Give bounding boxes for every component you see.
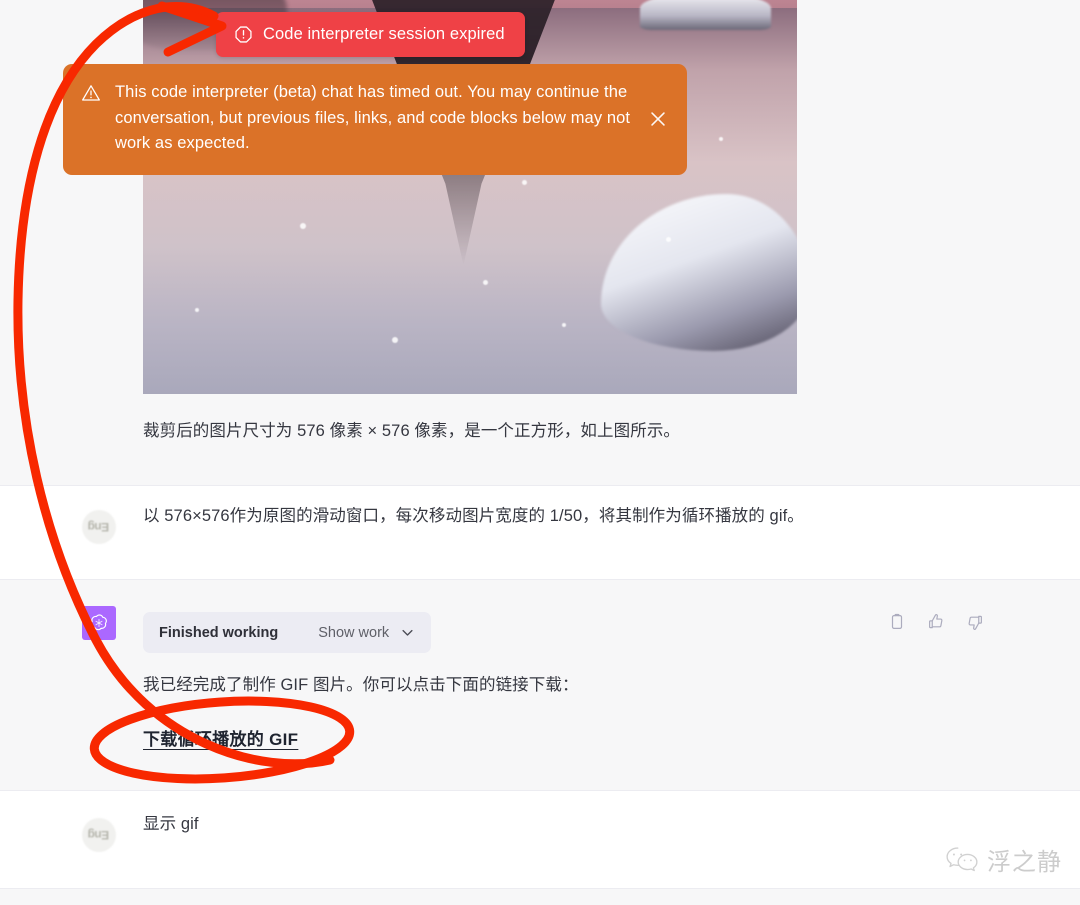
user-turn-sliding-window: Eng 以 576×576作为原图的滑动窗口，每次移动图片宽度的 1/50，将其…: [0, 486, 1080, 580]
thumbs-up-icon[interactable]: [927, 613, 945, 631]
download-gif-link[interactable]: 下载循环播放的 GIF: [143, 725, 298, 750]
alert-octagon-icon: [235, 26, 252, 43]
chat-conversation-page: 裁剪后的图片尺寸为 576 像素 × 576 像素，是一个正方形，如上图所示。 …: [0, 0, 1080, 905]
assistant-message-text: 我已经完成了制作 GIF 图片。你可以点击下面的链接下载：: [143, 676, 579, 694]
tool-status-pill[interactable]: Finished working Show work: [143, 612, 432, 653]
avatar-initials: Eng: [88, 828, 110, 842]
close-icon[interactable]: [647, 108, 669, 130]
timeout-warning-text: This code interpreter (beta) chat has ti…: [115, 83, 631, 153]
thumbs-down-icon[interactable]: [966, 613, 984, 631]
error-toast-label: Code interpreter session expired: [263, 25, 505, 43]
user-message-text: 显示 gif: [143, 815, 199, 833]
watermark: 浮之静: [945, 842, 1062, 877]
copy-icon[interactable]: [888, 613, 906, 631]
assistant-avatar: [82, 606, 116, 640]
chevron-down-icon[interactable]: [400, 625, 415, 640]
avatar: Eng: [82, 818, 116, 852]
avatar: Eng: [82, 510, 116, 544]
watermark-text: 浮之静: [987, 850, 1062, 876]
avatar-initials: Eng: [88, 520, 110, 534]
user-turn-show-gif: Eng 显示 gif: [0, 791, 1080, 889]
assistant-image-caption: 裁剪后的图片尺寸为 576 像素 × 576 像素，是一个正方形，如上图所示。: [143, 422, 681, 440]
openai-logo-icon: [90, 614, 107, 631]
wechat-icon: [946, 846, 978, 871]
error-toast[interactable]: Code interpreter session expired: [216, 12, 525, 57]
tool-status-label: Finished working: [159, 624, 279, 641]
generated-image-attachment[interactable]: [143, 0, 797, 394]
image-boat-near: [640, 0, 771, 30]
message-actions: [888, 613, 984, 631]
user-message-text: 以 576×576作为原图的滑动窗口，每次移动图片宽度的 1/50，将其制作为循…: [143, 507, 804, 525]
show-work-label[interactable]: Show work: [318, 625, 389, 641]
warning-triangle-icon: [82, 85, 100, 101]
page-bottom-strip: [0, 889, 1080, 905]
timeout-warning-banner: This code interpreter (beta) chat has ti…: [63, 64, 687, 176]
